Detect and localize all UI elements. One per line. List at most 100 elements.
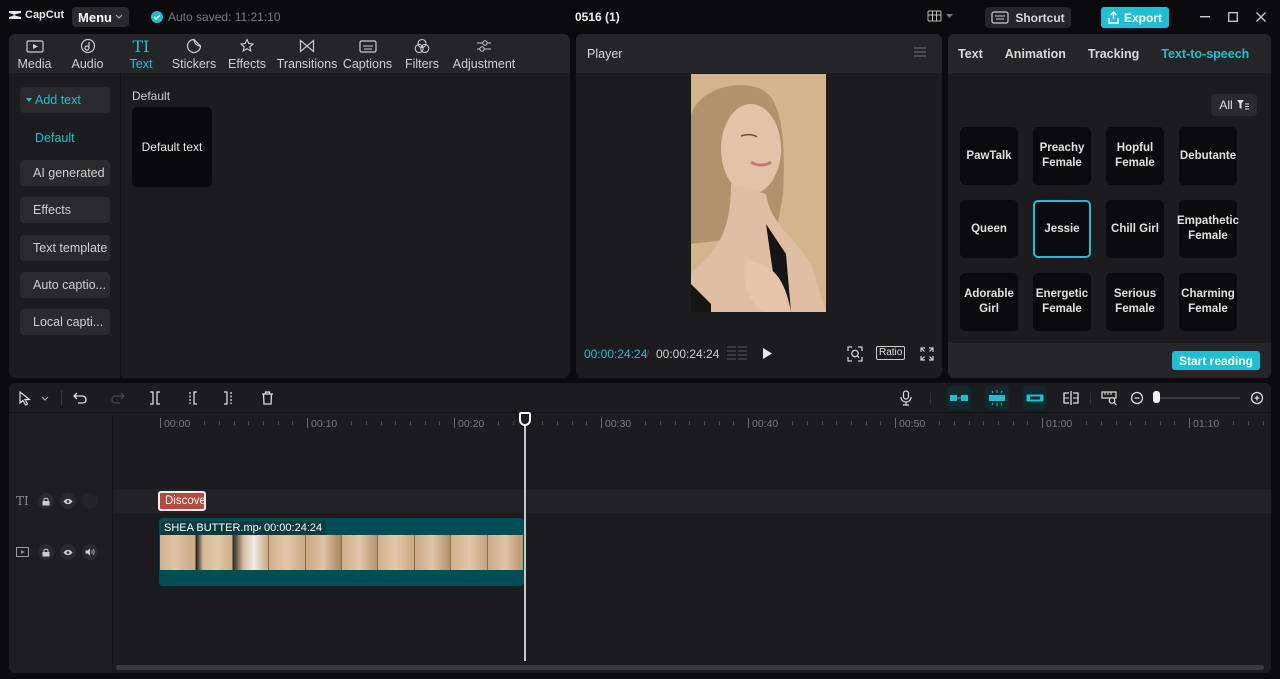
ruler-minor-tick bbox=[1159, 421, 1161, 425]
play-button[interactable] bbox=[762, 347, 773, 360]
close-button[interactable] bbox=[1253, 9, 1269, 25]
filter-icon bbox=[1236, 100, 1249, 110]
start-reading-button[interactable]: Start reading bbox=[1171, 351, 1260, 370]
voice-option[interactable]: Queen bbox=[960, 200, 1018, 258]
ruler-minor-tick bbox=[409, 421, 411, 425]
video-clip[interactable]: SHEA BUTTER.mp4 00:00:24:24 bbox=[159, 518, 524, 586]
ruler-minor-tick bbox=[571, 421, 573, 425]
ruler-minor-tick bbox=[1027, 421, 1029, 425]
menu-icon[interactable] bbox=[914, 47, 926, 57]
playhead-line[interactable] bbox=[524, 413, 526, 661]
zoom-out-button[interactable] bbox=[1128, 389, 1146, 407]
tab-label: Filters bbox=[404, 57, 440, 71]
split-left-button[interactable] bbox=[183, 389, 201, 407]
tab-text-to-speech[interactable]: Text-to-speech bbox=[1161, 47, 1249, 61]
eye-icon[interactable] bbox=[60, 493, 76, 509]
split-left-icon bbox=[189, 391, 197, 405]
ruler-label: 00:20 bbox=[458, 418, 485, 430]
voice-option[interactable]: Adorable Girl bbox=[960, 273, 1018, 331]
zoom-in-button[interactable] bbox=[1248, 389, 1266, 407]
tab-media[interactable]: Media bbox=[9, 34, 60, 73]
keyboard-icon bbox=[991, 11, 1009, 24]
video-preview[interactable] bbox=[691, 74, 826, 312]
zoom-to-fit-timeline-button[interactable] bbox=[1100, 389, 1118, 407]
clip-filename: SHEA BUTTER.mp4 bbox=[161, 521, 268, 536]
ruler-minor-tick bbox=[1233, 421, 1235, 425]
eye-icon[interactable] bbox=[60, 544, 76, 560]
maximize-button[interactable] bbox=[1225, 9, 1241, 25]
voice-option[interactable]: Charming Female bbox=[1179, 273, 1237, 331]
sidebar-item-auto-captions[interactable]: Auto captio... bbox=[20, 272, 110, 298]
tab-animation[interactable]: Animation bbox=[1005, 47, 1066, 61]
select-tool-button[interactable] bbox=[16, 389, 34, 407]
record-audio-button[interactable] bbox=[897, 389, 915, 407]
ruler-minor-tick bbox=[512, 421, 514, 425]
playhead-handle[interactable] bbox=[519, 412, 531, 426]
tab-audio[interactable]: Audio bbox=[60, 34, 115, 73]
voice-option[interactable]: Empathetic Female bbox=[1177, 200, 1239, 258]
voice-option[interactable]: Preachy Female bbox=[1033, 127, 1091, 185]
ruler-minor-tick bbox=[1100, 421, 1102, 425]
split-right-button[interactable] bbox=[220, 389, 238, 407]
layout-button[interactable] bbox=[927, 10, 953, 22]
tab-filters[interactable]: Filters bbox=[394, 34, 450, 73]
ruler-minor-tick bbox=[586, 421, 588, 425]
zoom-slider-track[interactable] bbox=[1158, 397, 1240, 399]
preview-axis-button[interactable] bbox=[1062, 389, 1080, 407]
sidebar-item-ai-generated[interactable]: AI generated bbox=[20, 160, 110, 186]
tab-tracking[interactable]: Tracking bbox=[1088, 47, 1139, 61]
check-icon bbox=[151, 11, 163, 23]
ruler-minor-tick bbox=[645, 421, 647, 425]
ruler-minor-tick bbox=[1086, 421, 1088, 425]
ratio-button[interactable]: Ratio bbox=[876, 346, 906, 360]
autosave-status: Auto saved: 11:21:10 bbox=[151, 10, 281, 24]
tab-text[interactable]: TI Text bbox=[115, 34, 167, 73]
auto-snapping-toggle[interactable] bbox=[985, 386, 1009, 410]
timecode-separator: / bbox=[646, 347, 650, 361]
sidebar-item-text-template[interactable]: Text template bbox=[20, 235, 110, 261]
select-tool-dropdown[interactable] bbox=[36, 389, 54, 407]
sidebar-item-effects[interactable]: Effects bbox=[20, 197, 110, 223]
add-text-button[interactable]: Add text bbox=[20, 87, 110, 113]
player-controls: 00:00:24:24 / 00:00:24:24 Ratio bbox=[576, 334, 942, 372]
voice-option[interactable]: Hopful Female bbox=[1106, 127, 1164, 185]
delete-button[interactable] bbox=[258, 389, 276, 407]
volume-icon[interactable] bbox=[82, 544, 98, 560]
ruler-label: 00:00 bbox=[164, 418, 191, 430]
split-button[interactable] bbox=[146, 389, 164, 407]
undo-button[interactable] bbox=[71, 389, 89, 407]
redo-button[interactable] bbox=[109, 389, 127, 407]
tab-effects[interactable]: Effects bbox=[221, 34, 273, 73]
main-track-magnet-toggle[interactable] bbox=[947, 386, 971, 410]
lock-icon[interactable] bbox=[38, 493, 54, 509]
voice-option[interactable]: Jessie bbox=[1033, 200, 1091, 258]
tab-transitions[interactable]: Transitions bbox=[273, 34, 341, 73]
voice-option[interactable]: Chill Girl bbox=[1106, 200, 1164, 258]
shortcut-button[interactable]: Shortcut bbox=[985, 7, 1071, 28]
filter-all-button[interactable]: All bbox=[1211, 94, 1257, 116]
sidebar-item-default[interactable]: Default bbox=[20, 125, 110, 151]
voice-option[interactable]: Debutante bbox=[1179, 127, 1237, 185]
zoom-slider-handle[interactable] bbox=[1153, 391, 1160, 403]
default-text-card[interactable]: Default text bbox=[132, 107, 212, 187]
horizontal-scrollbar[interactable] bbox=[116, 665, 1264, 670]
tab-label: Effects bbox=[228, 57, 266, 71]
linkage-toggle[interactable] bbox=[1023, 386, 1047, 410]
zoom-fit-button[interactable] bbox=[847, 346, 863, 362]
tab-adjustment[interactable]: Adjustment bbox=[450, 34, 518, 73]
voice-option[interactable]: Energetic Female bbox=[1033, 273, 1091, 331]
voice-option[interactable]: Serious Female bbox=[1106, 273, 1164, 331]
minimize-button[interactable] bbox=[1197, 9, 1213, 25]
voice-option[interactable]: PawTalk bbox=[960, 127, 1018, 185]
tab-stickers[interactable]: Stickers bbox=[167, 34, 221, 73]
menu-button[interactable]: Menu bbox=[72, 7, 129, 27]
text-clip[interactable]: Discove bbox=[158, 491, 206, 511]
lock-icon[interactable] bbox=[38, 544, 54, 560]
tab-captions[interactable]: Captions bbox=[341, 34, 394, 73]
sidebar-item-local-captions[interactable]: Local capti... bbox=[20, 309, 110, 335]
ruler-major-tick bbox=[307, 418, 308, 428]
timeline-area[interactable]: 00:00 00:10 00:20 00:30 00:40 00:50 01:00 01:10… bbox=[114, 412, 1271, 673]
tab-text-props[interactable]: Text bbox=[958, 47, 983, 61]
fullscreen-button[interactable] bbox=[920, 347, 934, 361]
export-button[interactable]: Export bbox=[1101, 7, 1169, 28]
